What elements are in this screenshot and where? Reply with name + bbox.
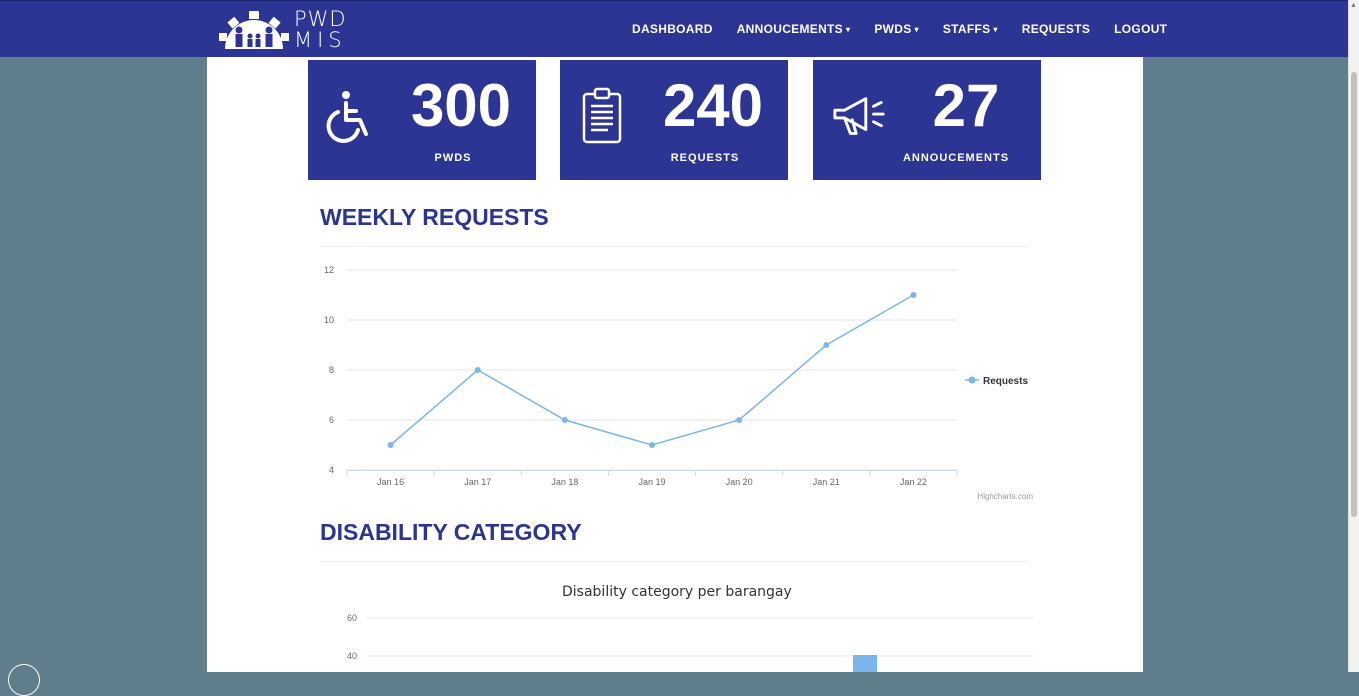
nav-dashboard[interactable]: DASHBOARD: [620, 1, 725, 57]
nav-pwds[interactable]: PWDS ▾: [862, 1, 931, 57]
x-tick-label: Jan 16: [377, 477, 404, 487]
data-point[interactable]: [387, 442, 394, 448]
nav-requests-label: REQUESTS: [1021, 22, 1091, 36]
highcharts-credit-link[interactable]: Highcharts.com: [977, 492, 1033, 501]
legend-point-marker: [968, 376, 976, 384]
stat-annoucements-number: 27: [932, 72, 1000, 139]
nav-logout[interactable]: LOGOUT: [1102, 1, 1179, 57]
stat-card-requests[interactable]: 240 REQUESTS: [560, 60, 788, 180]
y-tick-label: 12: [324, 265, 334, 275]
nav-requests[interactable]: REQUESTS: [1010, 1, 1102, 57]
nav-annoucements-label: ANNOUCEMENTS: [736, 22, 843, 36]
y-tick-label: 8: [329, 365, 334, 375]
x-tick-label: Jan 19: [638, 477, 665, 487]
nav-dashboard-label: DASHBOARD: [632, 22, 713, 36]
nav-staffs[interactable]: STAFFS ▾: [931, 1, 1010, 57]
stat-annoucements-label: ANNOUCEMENTS: [902, 152, 1010, 164]
scrollbar-thumb[interactable]: [1351, 72, 1357, 517]
chart-legend[interactable]: Requests: [965, 376, 1028, 387]
x-tick-label: Jan 17: [464, 477, 491, 487]
data-point[interactable]: [649, 442, 655, 448]
weekly-requests-title: WEEKLY REQUESTS: [320, 204, 549, 230]
stat-card-pwds[interactable]: 300 PWDS: [308, 60, 536, 180]
data-point[interactable]: [823, 342, 830, 348]
nav-logout-label: LOGOUT: [1114, 22, 1168, 36]
stat-requests-label: REQUESTS: [670, 152, 740, 164]
stat-pwds-label: PWDS: [434, 152, 472, 164]
disability-category-title: DISABILITY CATEGORY: [320, 519, 582, 545]
stat-pwds-number: 300: [410, 72, 512, 139]
chevron-down-icon: ▾: [845, 25, 851, 34]
legend-requests-label: Requests: [983, 376, 1028, 387]
chevron-down-icon: ▾: [993, 25, 998, 34]
y-tick-label: 10: [324, 315, 334, 325]
y-tick-label: 60: [347, 613, 357, 623]
x-tick-label: Jan 21: [813, 477, 840, 487]
nav-annoucements[interactable]: ANNOUCEMENTS ▾: [725, 1, 863, 57]
nav-pwds-label: PWDS: [874, 22, 912, 36]
chevron-down-icon: ▾: [914, 25, 919, 34]
y-tick-label: 6: [329, 415, 334, 425]
disability-category-chart: 4060 es: [347, 613, 1033, 672]
data-point[interactable]: [910, 292, 917, 298]
top-navbar: PWD MIS DASHBOARD ANNOUCEMENTS ▾ PWDS ▾ ST…: [0, 0, 1349, 57]
wheelchair-icon: [326, 91, 368, 143]
x-tick-label: Jan 18: [551, 477, 578, 487]
nav-menu: DASHBOARD ANNOUCEMENTS ▾ PWDS ▾ STAFFS ▾ RE…: [620, 1, 1179, 57]
megaphone-icon: [833, 97, 885, 135]
clipboard-icon: [582, 87, 622, 144]
data-point[interactable]: [561, 417, 568, 423]
section-divider: [320, 246, 1029, 247]
main-content: 300 PWDS 240 REQUESTS 27 ANNOUCEMENTS WE…: [207, 57, 1143, 672]
y-tick-label: 4: [329, 465, 334, 475]
scroll-up-arrow-icon[interactable]: ▲: [1350, 2, 1357, 9]
gear-family-logo-icon: [219, 11, 289, 49]
stat-card-annoucements[interactable]: 27 ANNOUCEMENTS: [813, 60, 1041, 180]
data-point[interactable]: [474, 367, 481, 373]
nav-staffs-label: STAFFS: [942, 22, 991, 36]
data-point[interactable]: [736, 417, 743, 423]
brand-line-1: PWD: [294, 7, 347, 31]
help-bubble-icon[interactable]: [8, 664, 40, 696]
brand-name: PWD MIS: [294, 9, 347, 51]
brand-line-2: MIS: [294, 28, 347, 52]
page-scrollbar[interactable]: ▲: [1348, 0, 1359, 672]
stat-requests-number: 240: [662, 72, 764, 139]
x-tick-label: Jan 20: [726, 477, 753, 487]
x-tick-label: Jan 22: [900, 477, 927, 487]
y-tick-label: 40: [347, 651, 357, 661]
weekly-requests-chart: 4 6 8 10 12 Jan 16 Jan 17 Jan 18 Jan 19 Jan 20 Ja…: [324, 265, 1033, 501]
section-divider: [320, 561, 1029, 562]
brand-logo[interactable]: PWD MIS: [219, 9, 354, 53]
chart-bar[interactable]: [853, 655, 877, 672]
